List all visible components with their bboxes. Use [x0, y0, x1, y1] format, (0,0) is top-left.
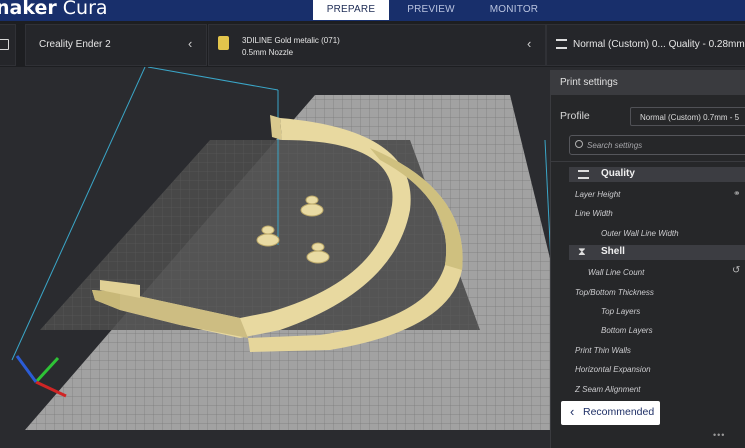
setting-z-seam-alignment[interactable]: Z Seam Alignment [575, 385, 641, 394]
chevron-left-icon: ‹ [188, 36, 193, 51]
link-icon[interactable]: ⚭ [733, 188, 741, 199]
print-settings-title: Print settings [551, 70, 745, 95]
print-settings-selector[interactable]: Normal (Custom) 0... Quality - 0.28mm [546, 24, 745, 66]
category-shell-label: Shell [601, 246, 625, 257]
profile-dropdown[interactable]: Normal (Custom) 0.7mm - 5 [630, 107, 745, 126]
printer-name: Creality Ender 2 [39, 39, 111, 50]
setting-horizontal-expansion[interactable]: Horizontal Expansion [575, 365, 651, 374]
axis-indicator [15, 355, 67, 398]
setting-line-width[interactable]: Line Width [575, 209, 613, 218]
material-selector[interactable]: 3DILINE Gold metalic (071) 0.5mm Nozzle … [208, 24, 546, 66]
setting-top-bottom-thickness[interactable]: Top/Bottom Thickness [575, 288, 654, 297]
search-icon [575, 140, 583, 148]
setting-outer-wall-line-width[interactable]: Outer Wall Line Width [601, 229, 679, 238]
category-quality-label: Quality [601, 168, 635, 179]
profile-summary: Normal (Custom) 0... Quality - 0.28mm [573, 39, 745, 50]
tab-prepare[interactable]: PREPARE [313, 0, 389, 20]
nozzle-size: 0.5mm Nozzle [242, 48, 294, 57]
chevron-left-icon: ‹ [570, 404, 575, 419]
material-name: 3DILINE Gold metalic (071) [242, 36, 340, 45]
setting-top-layers[interactable]: Top Layers [601, 307, 640, 316]
folder-icon [0, 39, 9, 50]
shell-icon: ⧗ [578, 246, 586, 258]
recommended-label: Recommended [583, 406, 655, 418]
tab-monitor[interactable]: MONITOR [478, 0, 550, 20]
more-dots-icon: ••• [713, 430, 726, 440]
app-logo: naker Cura [0, 0, 108, 19]
chevron-left-icon: ‹ [527, 36, 532, 51]
category-quality[interactable]: Quality [569, 167, 745, 182]
divider [551, 161, 745, 162]
print-settings-panel: Print settings Profile Normal (Custom) 0… [550, 70, 745, 448]
setting-bottom-layers[interactable]: Bottom Layers [601, 326, 653, 335]
printer-selector[interactable]: Creality Ender 2 ‹ [25, 24, 207, 66]
search-placeholder: Search settings [587, 141, 643, 150]
top-bar: naker Cura PREPARE PREVIEW MONITOR [0, 0, 745, 21]
setting-wall-line-count[interactable]: Wall Line Count [588, 268, 644, 277]
quality-icon [578, 170, 589, 179]
profile-label: Profile [560, 110, 590, 122]
category-shell[interactable]: ⧗ Shell [569, 245, 745, 260]
material-spool-icon [218, 36, 229, 50]
reset-icon[interactable]: ↺ [732, 265, 740, 276]
build-plate [25, 95, 592, 430]
setting-layer-height[interactable]: Layer Height [575, 190, 620, 199]
settings-lines-icon [556, 39, 567, 49]
recommended-button[interactable]: ‹ Recommended [561, 401, 660, 425]
setting-print-thin-walls[interactable]: Print Thin Walls [575, 346, 631, 355]
search-settings-input[interactable]: Search settings [569, 135, 745, 155]
open-file-button[interactable] [0, 24, 16, 66]
tab-preview[interactable]: PREVIEW [395, 0, 467, 20]
